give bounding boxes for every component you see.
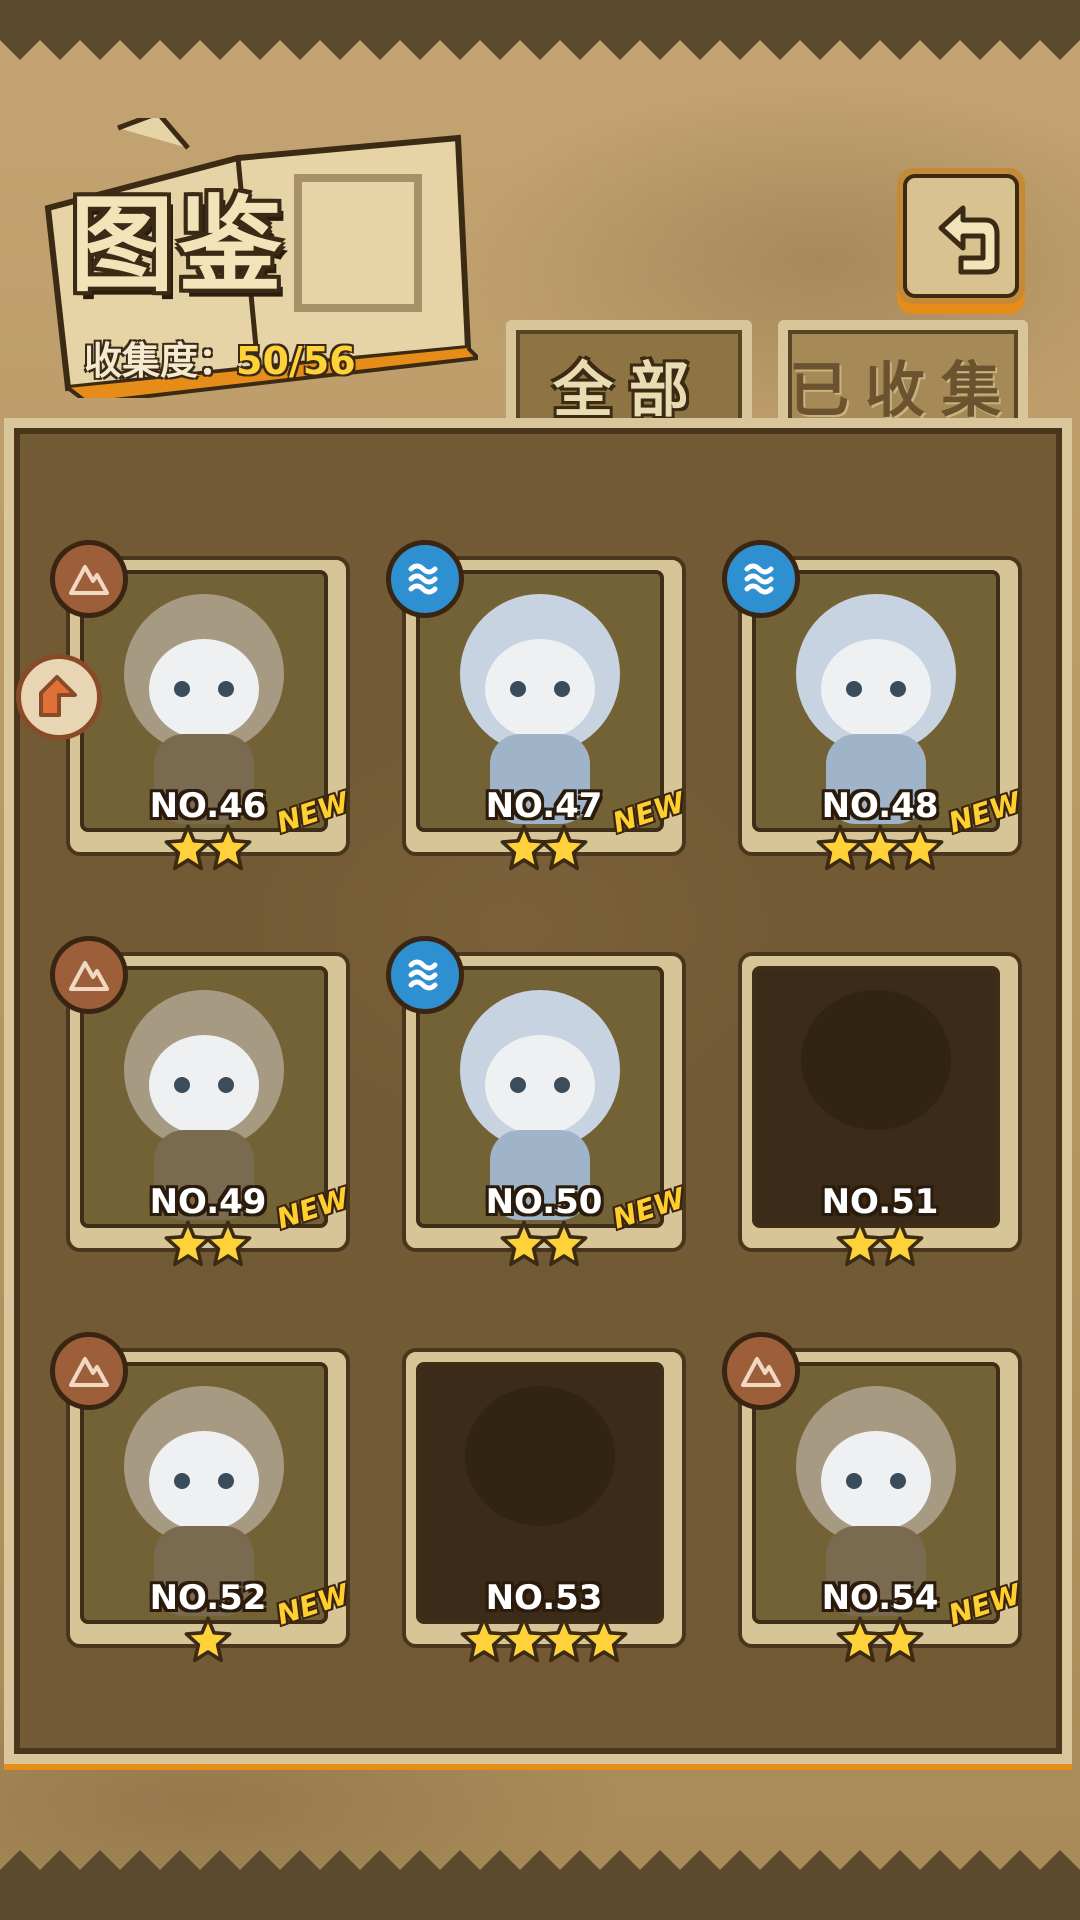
star-icon xyxy=(580,1616,628,1663)
star-icon xyxy=(540,824,588,871)
monster-card[interactable]: NO.51 xyxy=(738,952,1022,1272)
star-rating xyxy=(402,1220,686,1270)
monster-card[interactable]: NO.47 NEW xyxy=(386,540,689,876)
monster-card[interactable]: NO.48 NEW xyxy=(722,540,1025,876)
earth-element-icon xyxy=(722,1332,800,1410)
tab-collected[interactable]: 已收集 xyxy=(778,320,1028,430)
earth-element-icon xyxy=(50,540,128,618)
side-arrow-button[interactable] xyxy=(16,654,102,740)
tab-all[interactable]: 全部 xyxy=(506,320,752,430)
collection-progress: 收集度：50/56 xyxy=(84,330,356,385)
water-element-icon xyxy=(386,540,464,618)
side-arrow-icon xyxy=(39,675,77,717)
star-icon xyxy=(896,824,944,871)
star-icon xyxy=(876,1220,924,1267)
star-icon xyxy=(876,1616,924,1663)
star-rating xyxy=(738,1616,1022,1666)
monster-card[interactable]: NO.53 xyxy=(402,1348,686,1668)
star-icon xyxy=(540,1220,588,1267)
earth-element-icon xyxy=(50,936,128,1014)
star-rating xyxy=(402,824,686,874)
back-arrow-icon xyxy=(938,205,1000,275)
monster-card[interactable]: NO.54 NEW xyxy=(722,1332,1025,1668)
monster-card[interactable]: NO.46 NEW xyxy=(50,540,353,876)
star-icon xyxy=(184,1616,232,1663)
star-icon xyxy=(204,1220,252,1267)
tab-collected-label: 已收集 xyxy=(789,356,1017,426)
card-number: NO.53 xyxy=(485,1578,603,1618)
monster-card[interactable]: NO.50 NEW xyxy=(386,936,689,1272)
earth-element-icon xyxy=(50,1332,128,1410)
star-rating xyxy=(738,1220,1022,1270)
water-element-icon xyxy=(386,936,464,1014)
back-button-face xyxy=(903,174,1019,298)
star-rating xyxy=(402,1616,686,1666)
star-icon xyxy=(204,824,252,871)
collection-value: 50/56 xyxy=(236,339,356,383)
monster-card[interactable]: NO.52 NEW xyxy=(50,1332,353,1668)
back-button[interactable] xyxy=(897,168,1025,304)
bottom-zigzag-border xyxy=(0,1850,1080,1920)
star-rating xyxy=(66,1616,350,1666)
tab-all-label: 全部 xyxy=(553,356,705,426)
star-rating xyxy=(738,824,1022,874)
page-title: 图鉴 xyxy=(70,184,287,306)
star-rating xyxy=(66,1220,350,1270)
collection-label: 收集度： xyxy=(84,339,237,383)
card-number: NO.51 xyxy=(821,1182,939,1222)
monster-card[interactable]: NO.49 NEW xyxy=(50,936,353,1272)
star-rating xyxy=(66,824,350,874)
top-zigzag-border xyxy=(0,0,1080,60)
water-element-icon xyxy=(722,540,800,618)
